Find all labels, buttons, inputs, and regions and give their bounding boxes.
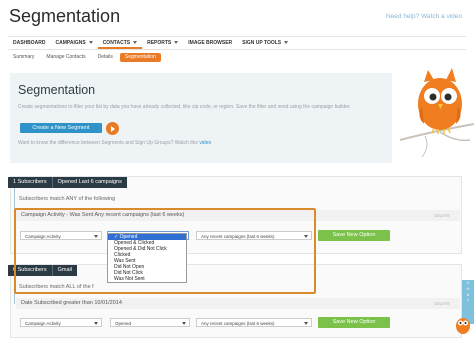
save-new-option-button[interactable]: Save New Option [318,230,390,241]
main-nav: DASHBOARD CAMPAIGNS CONTACTS REPORTS IMA… [8,36,466,50]
owl-mascot-illustration [400,68,474,158]
video-link[interactable]: video [199,140,211,146]
create-segment-button[interactable]: Create a New Segment [20,123,102,133]
subnav-details[interactable]: Details [93,53,118,62]
subscriber-count: 1 Subscribers [8,177,53,188]
match-rule: Subscribers match ANY of the following [19,196,116,202]
nav-label: CONTACTS [102,40,131,46]
intro-description: Create segmentations to filter your list… [18,104,351,110]
subnav-summary[interactable]: Summary [8,53,39,62]
save-new-option-button[interactable]: Save New Option [318,317,390,328]
page-title: Segmentation [9,6,121,26]
segment-header[interactable]: 1 Subscribers Opened Last 6 campaigns [8,177,127,188]
range-select[interactable]: Any recent campaigns (last 6 weeks) [196,318,312,327]
operator-select[interactable]: Opened [110,318,190,327]
chat-letter: T [466,298,470,303]
nav-dashboard[interactable]: DASHBOARD [8,37,51,49]
intro-question: Want to know the difference between Segm… [18,140,211,146]
play-video-icon[interactable] [106,122,119,135]
nav-sign-up-tools[interactable]: SIGN UP TOOLS [237,37,293,49]
condition-row[interactable]: Date Subscribed greater than 10/01/2014 … [16,298,460,309]
nav-label: REPORTS [147,40,172,46]
delete-condition-link[interactable]: DELETE [434,298,450,309]
help-video-link[interactable]: Need help? Watch a video [386,13,462,20]
nav-label: SIGN UP TOOLS [242,40,282,46]
chevron-down-icon [88,41,93,44]
nav-contacts[interactable]: CONTACTS [97,37,143,49]
question-text: Want to know the difference between Segm… [18,140,200,146]
nav-reports[interactable]: REPORTS [142,37,183,49]
nav-label: CAMPAIGNS [55,40,86,46]
field-select[interactable]: Campaign Activity [20,318,102,327]
subnav-segmentation[interactable]: Segmentation [119,53,161,62]
chevron-down-icon [133,41,138,44]
sub-nav: Summary Manage Contacts Details Segmenta… [8,53,161,62]
intro-title: Segmentation [18,83,96,97]
delete-condition-link[interactable]: DELETE [434,210,450,221]
nav-label: IMAGE BROWSER [188,40,233,46]
segment-name: Opened Last 6 campaigns [57,179,122,185]
nav-image-browser[interactable]: IMAGE BROWSER [183,37,237,49]
condition-text: Date Subscribed greater than 10/01/2014 [21,300,122,306]
chevron-down-icon [284,41,289,44]
owl-chat-icon[interactable] [454,312,472,336]
nav-campaigns[interactable]: CAMPAIGNS [51,37,98,49]
highlight-annotation [14,208,316,294]
subnav-manage-contacts[interactable]: Manage Contacts [41,53,90,62]
chevron-down-icon [174,41,179,44]
nav-label: DASHBOARD [13,40,46,46]
